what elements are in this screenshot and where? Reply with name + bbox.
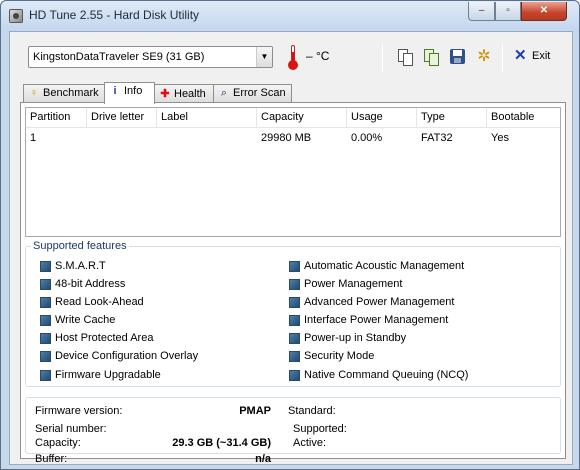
feature-checkbox — [40, 279, 51, 290]
feature-label: Security Mode — [304, 350, 375, 362]
buffer-value: n/a — [255, 453, 271, 465]
column-header[interactable]: Bootable — [487, 108, 560, 128]
save-icon[interactable] — [448, 47, 468, 67]
column-header[interactable]: Label — [157, 108, 257, 128]
table-row[interactable]: 1 29980 MB 0.00% FAT32 Yes — [26, 129, 560, 147]
capacity-value: 29.3 GB (~31.4 GB) — [172, 437, 271, 449]
feature-label: Read Look-Ahead — [55, 296, 144, 308]
feature-label: Power Management — [304, 278, 403, 290]
firmware-label: Firmware version: — [35, 405, 123, 417]
active-label: Active: — [293, 437, 327, 449]
info-icon: i — [113, 85, 117, 97]
minimize-button[interactable]: – — [468, 2, 495, 21]
tab-error-scan[interactable]: ⌕ Error Scan — [213, 84, 292, 103]
capacity-label: Capacity: — [35, 437, 81, 449]
table-header: Partition Drive letter Label Capacity Us… — [26, 108, 560, 128]
drive-select[interactable]: KingstonDataTraveler SE9 (31 GB) ▼ — [28, 46, 273, 68]
column-header[interactable]: Capacity — [257, 108, 347, 128]
exit-label: Exit — [532, 50, 551, 62]
feature-checkbox — [289, 333, 300, 344]
tab-benchmark[interactable]: ♀ Benchmark — [23, 84, 105, 103]
exit-icon: ✕ — [514, 47, 527, 64]
toolbar-separator — [382, 44, 383, 72]
column-header[interactable]: Partition — [26, 108, 87, 128]
partition-table[interactable]: Partition Drive letter Label Capacity Us… — [25, 107, 561, 237]
feature-checkbox — [40, 297, 51, 308]
copy-screenshot-icon[interactable] — [422, 47, 442, 67]
toolbar-separator — [502, 44, 503, 72]
firmware-value: PMAP — [239, 405, 271, 417]
window-title: HD Tune 2.55 - Hard Disk Utility — [29, 8, 200, 22]
table-cell: 29980 MB — [261, 132, 312, 144]
tab-label: Benchmark — [43, 87, 99, 99]
feature-label: Native Command Queuing (NCQ) — [304, 369, 469, 381]
table-cell: FAT32 — [421, 132, 453, 144]
feature-label: 48-bit Address — [55, 278, 126, 290]
feature-checkbox — [40, 370, 51, 381]
feature-checkbox — [40, 261, 51, 272]
tab-health[interactable]: ✚ Health — [154, 84, 214, 103]
feature-label: S.M.A.R.T — [55, 260, 106, 272]
tab-label: Info — [124, 85, 143, 97]
thermometer-icon — [288, 45, 298, 70]
serial-label: Serial number: — [35, 423, 107, 435]
feature-label: Advanced Power Management — [304, 296, 455, 308]
error-scan-icon: ⌕ — [220, 87, 228, 99]
column-header[interactable]: Drive letter — [87, 108, 157, 128]
feature-checkbox — [289, 315, 300, 326]
chevron-down-icon[interactable]: ▼ — [256, 47, 272, 67]
title-bar[interactable]: HD Tune 2.55 - Hard Disk Utility – ▫ ✕ — [1, 1, 579, 31]
feature-checkbox — [289, 297, 300, 308]
feature-label: Host Protected Area — [55, 332, 154, 344]
copy-info-icon[interactable] — [396, 47, 416, 67]
feature-label: Automatic Acoustic Management — [304, 260, 465, 272]
info-tab-panel: Partition Drive letter Label Capacity Us… — [20, 102, 566, 465]
feature-label: Firmware Upgradable — [55, 369, 161, 381]
table-cell: Yes — [491, 132, 509, 144]
tab-info[interactable]: i Info — [104, 82, 155, 104]
feature-label: Device Configuration Overlay — [55, 350, 199, 362]
tab-label: Error Scan — [233, 87, 286, 99]
app-window: HD Tune 2.55 - Hard Disk Utility – ▫ ✕ K… — [0, 0, 580, 470]
feature-checkbox — [40, 333, 51, 344]
drive-select-value: KingstonDataTraveler SE9 (31 GB) — [33, 51, 205, 63]
close-button[interactable]: ✕ — [521, 2, 567, 21]
feature-checkbox — [289, 279, 300, 290]
buffer-label: Buffer: — [35, 453, 68, 465]
maximize-button[interactable]: ▫ — [495, 2, 521, 21]
supported-label: Supported: — [293, 423, 347, 435]
feature-label: Write Cache — [55, 314, 116, 326]
feature-checkbox — [289, 261, 300, 272]
temperature-readout: – °C — [306, 49, 330, 63]
main-client-area: KingstonDataTraveler SE9 (31 GB) ▼ – °C … — [9, 31, 573, 465]
standard-label: Standard: — [288, 405, 336, 417]
feature-checkbox — [289, 351, 300, 362]
tab-label: Health — [174, 88, 206, 100]
benchmark-icon: ♀ — [29, 87, 39, 99]
drive-info-group: Firmware version: PMAP Serial number: Ca… — [25, 397, 561, 465]
feature-checkbox — [40, 315, 51, 326]
column-header[interactable]: Usage — [347, 108, 417, 128]
feature-checkbox — [289, 370, 300, 381]
feature-label: Power-up in Standby — [304, 332, 407, 344]
options-icon[interactable]: ✲ — [474, 47, 494, 67]
feature-label: Interface Power Management — [304, 314, 449, 326]
health-icon: ✚ — [160, 88, 170, 100]
table-cell: 0.00% — [351, 132, 383, 144]
supported-features-group: Supported features S.M.A.R.T 48-bit Addr… — [25, 240, 561, 387]
feature-checkbox — [40, 351, 51, 362]
table-cell: 1 — [30, 132, 37, 144]
column-header[interactable]: Type — [417, 108, 487, 128]
hdtune-app-icon — [9, 9, 23, 23]
group-title: Supported features — [31, 240, 129, 252]
